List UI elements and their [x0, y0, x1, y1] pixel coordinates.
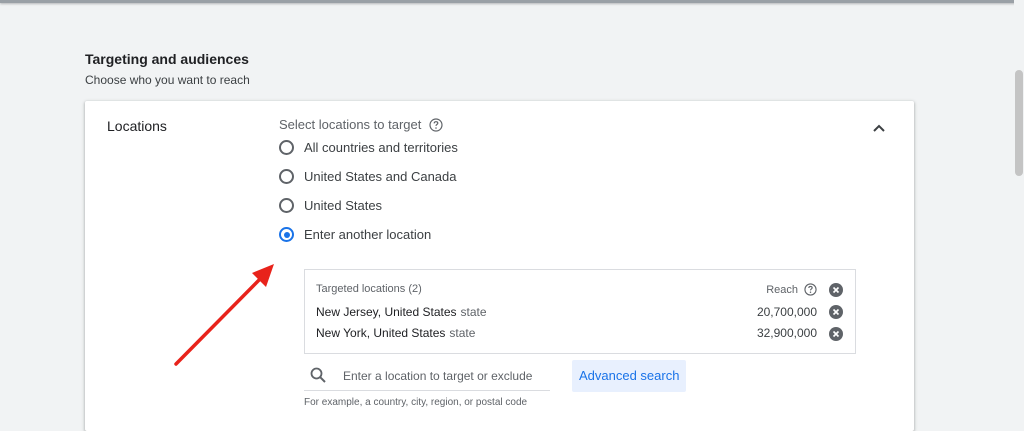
location-reach: 32,900,000: [756, 326, 817, 340]
select-locations-text: Select locations to target: [279, 117, 422, 132]
location-row: New York, United States state: [316, 326, 475, 340]
locations-label: Locations: [107, 118, 167, 134]
radio-label: United States: [304, 198, 383, 213]
location-search: [304, 360, 550, 391]
section-subtitle: Choose who you want to reach: [85, 73, 250, 87]
location-reach: 20,700,000: [756, 305, 817, 319]
search-hint: For example, a country, city, region, or…: [304, 397, 528, 408]
radio-label: Enter another location: [304, 227, 432, 242]
location-type: state: [460, 305, 487, 319]
radio-united-states[interactable]: United States: [279, 198, 382, 213]
radio-label: United States and Canada: [304, 169, 457, 184]
top-divider: [0, 0, 1016, 3]
targeted-locations-box: Targeted locations (2) Reach New Jersey,…: [304, 269, 856, 354]
locations-card: Locations Select locations to target All…: [85, 101, 914, 431]
chevron-up-icon: [873, 124, 885, 132]
location-name: New York, United States: [316, 326, 446, 340]
radio-label: All countries and territories: [304, 140, 458, 155]
remove-icon[interactable]: [829, 327, 843, 341]
select-locations-label: Select locations to target: [279, 117, 443, 132]
reach-label: Reach: [766, 283, 798, 296]
radio-button-selected[interactable]: [279, 227, 294, 242]
location-type: state: [449, 326, 476, 340]
remove-all-icon[interactable]: [829, 283, 843, 297]
scrollbar-thumb[interactable]: [1015, 70, 1023, 176]
radio-us-canada[interactable]: United States and Canada: [279, 169, 457, 184]
help-icon[interactable]: [429, 117, 443, 132]
radio-all-countries[interactable]: All countries and territories: [279, 140, 458, 155]
help-icon[interactable]: [804, 283, 817, 296]
targeted-locations-header: Targeted locations (2): [316, 283, 422, 295]
scrollbar-track[interactable]: [1014, 0, 1024, 420]
location-name: New Jersey, United States: [316, 305, 457, 319]
radio-button[interactable]: [279, 169, 294, 184]
location-row: New Jersey, United States state: [316, 305, 487, 319]
radio-another-location[interactable]: Enter another location: [279, 227, 431, 242]
remove-icon[interactable]: [829, 305, 843, 319]
search-icon: [310, 367, 326, 383]
section-title: Targeting and audiences: [85, 51, 249, 67]
reach-header: Reach: [766, 283, 817, 296]
advanced-search-button[interactable]: Advanced search: [572, 360, 687, 392]
collapse-button[interactable]: [868, 118, 890, 140]
radio-button[interactable]: [279, 198, 294, 213]
location-search-input[interactable]: [341, 364, 550, 388]
radio-button[interactable]: [279, 140, 294, 155]
